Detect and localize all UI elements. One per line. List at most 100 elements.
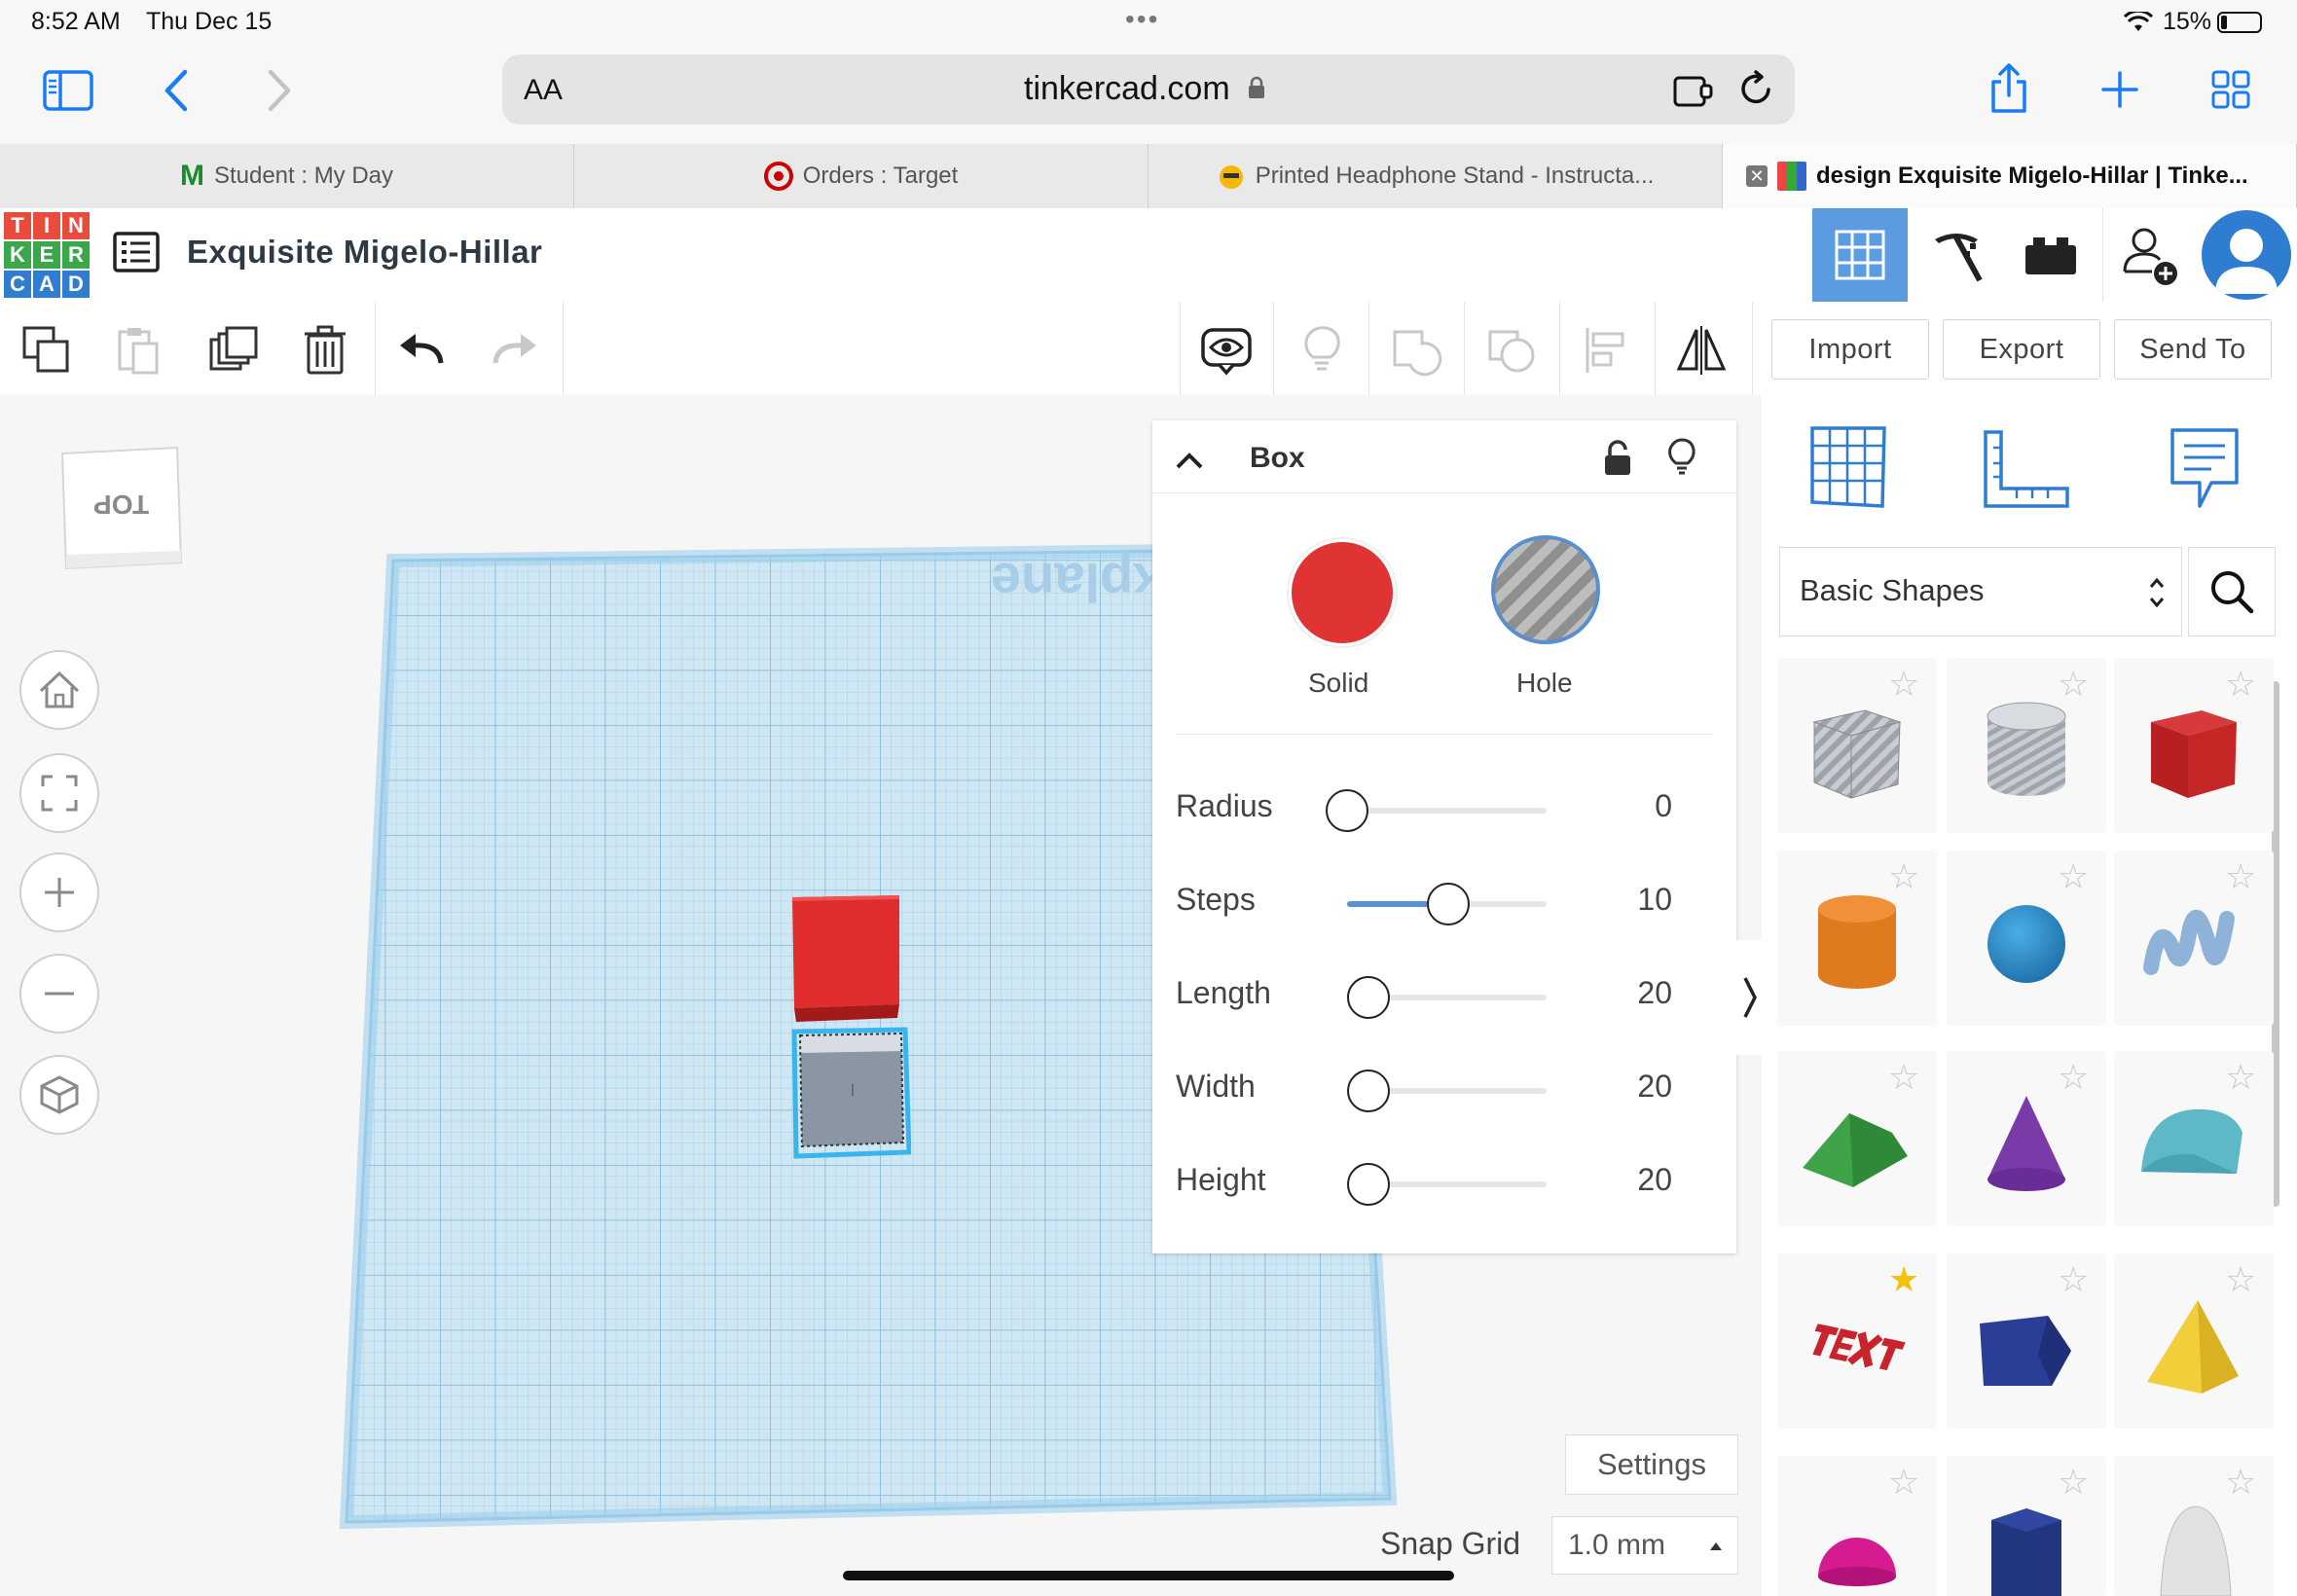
shape-tile-text[interactable]: ★ [1777, 1253, 1937, 1429]
show-hide-button[interactable] [1195, 319, 1258, 381]
param-value[interactable]: 20 [1637, 1069, 1672, 1105]
shape-tile-cone[interactable]: ☆ [1947, 1051, 2106, 1226]
copy-icon [22, 326, 69, 373]
favorite-star-icon[interactable]: ☆ [1888, 1057, 1919, 1098]
collapse-chevron-icon[interactable] [1174, 450, 1205, 471]
multitask-dots-icon[interactable]: ••• [1125, 4, 1159, 35]
tab-instructables[interactable]: Printed Headphone Stand - Instructa... [1148, 144, 1723, 208]
url-text[interactable]: tinkercad.com [1024, 70, 1230, 108]
hint-button[interactable] [1291, 319, 1353, 381]
param-value[interactable]: 20 [1637, 1162, 1672, 1198]
redo-button[interactable] [483, 319, 545, 381]
shape-tile-box[interactable]: ☆ [2114, 658, 2274, 833]
shape-tile-roof[interactable]: ☆ [1777, 1051, 1937, 1226]
favorite-star-icon[interactable]: ☆ [2225, 1057, 2256, 1098]
logo-letter: R [62, 241, 90, 269]
import-button[interactable]: Import [1771, 319, 1929, 380]
tab-orders-target[interactable]: Orders : Target [574, 144, 1148, 208]
shape-hint-icon[interactable] [1666, 438, 1697, 477]
3d-design-view-button[interactable] [1812, 208, 1908, 302]
shape-tile-sphere[interactable]: ☆ [1947, 851, 2106, 1026]
tab-student-my-day[interactable]: M Student : My Day [0, 144, 574, 208]
shape-tile-polygon[interactable]: ☆ [1947, 1456, 2106, 1596]
length-slider-knob[interactable] [1347, 976, 1390, 1019]
param-value[interactable]: 10 [1637, 882, 1672, 918]
zoom-in-button[interactable] [19, 852, 99, 932]
tinkercad-logo[interactable]: T I N K E R C A D [4, 212, 90, 298]
notes-tool-icon[interactable] [2167, 424, 2242, 512]
zoom-out-button[interactable] [19, 954, 99, 1034]
unlock-icon[interactable] [1602, 440, 1633, 477]
search-icon [2211, 571, 2254, 614]
copy-button[interactable] [16, 319, 78, 381]
blocks-view-button[interactable] [1912, 208, 2003, 302]
steps-slider-knob[interactable] [1427, 883, 1470, 925]
shape-tile-box-hole[interactable]: ☆ [1777, 658, 1937, 833]
extensions-icon[interactable] [1672, 72, 1715, 109]
toolbar-divider [1464, 302, 1465, 395]
invite-collaborator-button[interactable] [2102, 208, 2195, 302]
user-avatar[interactable] [2202, 210, 2291, 300]
undo-button[interactable] [391, 319, 454, 381]
paste-button[interactable] [107, 319, 169, 381]
solid-color-button[interactable] [1289, 539, 1396, 646]
tab-tinkercad-design[interactable]: ✕ design Exquisite Migelo-Hillar | Tinke… [1723, 144, 2297, 208]
perspective-toggle-button[interactable] [19, 1055, 99, 1135]
shape-search-button[interactable] [2188, 547, 2276, 636]
favorite-star-icon[interactable]: ☆ [2058, 1259, 2089, 1300]
shape-tile-half-sphere[interactable]: ☆ [1777, 1456, 1937, 1596]
shape-tile-cylinder-hole[interactable]: ☆ [1947, 658, 2106, 833]
mirror-button[interactable] [1670, 319, 1732, 381]
shape-category-select[interactable]: Basic Shapes [1779, 547, 2182, 636]
design-list-icon[interactable] [113, 232, 160, 272]
hole-button[interactable] [1491, 535, 1600, 644]
workplane-tool-icon[interactable] [1808, 424, 1888, 510]
steps-slider-fill [1347, 901, 1429, 907]
shape-tile-scribble[interactable]: ☆ [2114, 851, 2274, 1026]
ungroup-button[interactable] [1481, 319, 1544, 381]
delete-button[interactable] [294, 319, 356, 381]
home-view-button[interactable] [19, 650, 99, 730]
favorite-star-icon[interactable]: ★ [1888, 1259, 1919, 1300]
favorite-star-icon[interactable]: ☆ [1888, 1462, 1919, 1503]
forward-arrow-icon[interactable] [265, 68, 294, 113]
radius-slider-track[interactable] [1347, 808, 1547, 814]
send-to-button[interactable]: Send To [2114, 319, 2272, 380]
duplicate-button[interactable] [202, 319, 265, 381]
tab-overview-icon[interactable] [2211, 70, 2250, 109]
shape-tile-round-roof[interactable]: ☆ [2114, 1051, 2274, 1226]
sidebar-toggle-icon[interactable] [43, 70, 93, 111]
export-button[interactable]: Export [1943, 319, 2100, 380]
reload-icon[interactable] [1738, 70, 1775, 109]
width-slider-knob[interactable] [1347, 1070, 1390, 1112]
param-value[interactable]: 0 [1655, 788, 1672, 824]
design-title[interactable]: Exquisite Migelo-Hillar [187, 234, 542, 271]
shape-tile-shape-generator[interactable]: ☆ [1947, 1253, 2106, 1429]
settings-button[interactable]: Settings [1565, 1434, 1738, 1495]
trash-icon [305, 325, 346, 375]
box-shape-icon [2151, 710, 2237, 798]
height-slider-knob[interactable] [1347, 1163, 1390, 1206]
shape-inspector: Box Solid Hole Radius 0 Steps 10 Length … [1152, 420, 1736, 1253]
hole-box-shape[interactable] [788, 1026, 911, 1162]
back-arrow-icon[interactable] [162, 68, 191, 113]
favorite-star-icon[interactable]: ☆ [2225, 1462, 2256, 1503]
group-button[interactable] [1386, 319, 1448, 381]
share-icon[interactable] [1987, 62, 2030, 115]
fit-view-button[interactable] [19, 753, 99, 833]
logo-letter: C [4, 271, 31, 298]
radius-slider-knob[interactable] [1326, 789, 1368, 832]
red-box-shape[interactable] [784, 889, 907, 1026]
shape-tile-cylinder[interactable]: ☆ [1777, 851, 1937, 1026]
new-tab-icon[interactable] [2100, 70, 2139, 109]
align-button[interactable] [1577, 319, 1639, 381]
bricks-view-button[interactable] [2005, 208, 2096, 302]
shape-tile-paraboloid[interactable]: ☆ [2114, 1456, 2274, 1596]
shape-tile-pyramid[interactable]: ☆ [2114, 1253, 2274, 1429]
ruler-tool-icon[interactable] [1982, 428, 2071, 512]
lightbulb-icon [1304, 326, 1340, 371]
close-tab-icon[interactable]: ✕ [1746, 165, 1768, 187]
snap-grid-select[interactable]: 1.0 mm [1551, 1516, 1738, 1575]
param-value[interactable]: 20 [1637, 975, 1672, 1011]
text-size-button[interactable]: AA [524, 74, 563, 107]
